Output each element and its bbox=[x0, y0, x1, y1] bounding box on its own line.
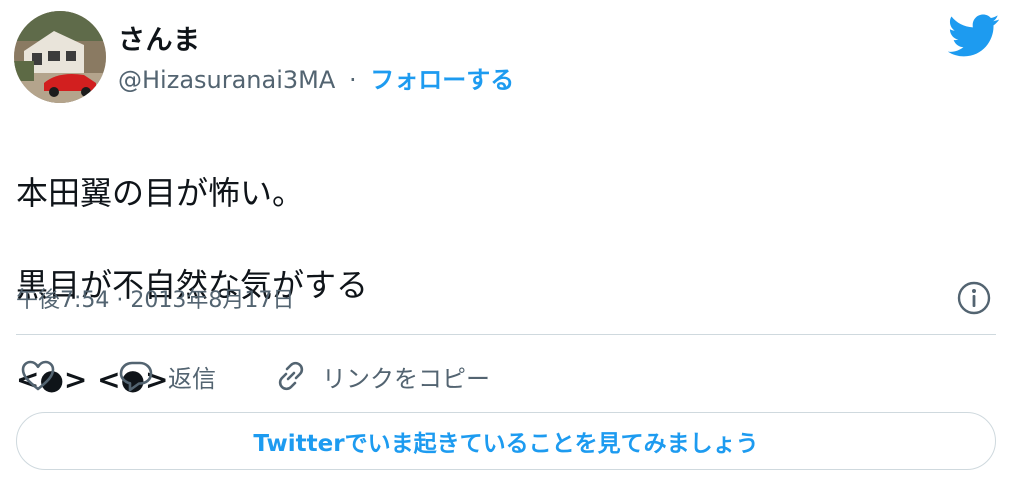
copy-link-button[interactable]: リンクをコピー bbox=[274, 356, 490, 396]
display-name[interactable]: さんま bbox=[118, 18, 201, 57]
reply-label: 返信 bbox=[168, 364, 216, 393]
tweet-card: さんま @Hizasuranai3MA · フォローする 本田翼の目が怖い。 黒… bbox=[0, 0, 1024, 501]
speech-bubble-icon bbox=[119, 361, 153, 392]
handle-separator: · bbox=[348, 66, 357, 94]
like-button[interactable] bbox=[20, 356, 56, 396]
handle-row: @Hizasuranai3MA · フォローする bbox=[118, 60, 514, 95]
reply-button[interactable]: 返信 bbox=[118, 356, 216, 396]
twitter-bird-icon[interactable] bbox=[948, 14, 1000, 58]
info-icon[interactable] bbox=[956, 280, 992, 316]
avatar[interactable] bbox=[14, 11, 106, 103]
heart-icon bbox=[21, 360, 55, 391]
tweet-line: 本田翼の目が怖い。 bbox=[16, 174, 305, 212]
link-icon bbox=[278, 361, 304, 391]
follow-button[interactable]: フォローする bbox=[370, 66, 514, 94]
tweet-timestamp[interactable]: 午後7:54 · 2013年8月17日 bbox=[16, 282, 294, 314]
avatar-image bbox=[14, 11, 106, 103]
explore-twitter-button[interactable]: Twitterでいま起きていることを見てみましょう bbox=[16, 412, 996, 470]
copy-link-label: リンクをコピー bbox=[322, 364, 490, 393]
user-handle[interactable]: @Hizasuranai3MA bbox=[118, 66, 335, 94]
divider bbox=[16, 334, 996, 335]
